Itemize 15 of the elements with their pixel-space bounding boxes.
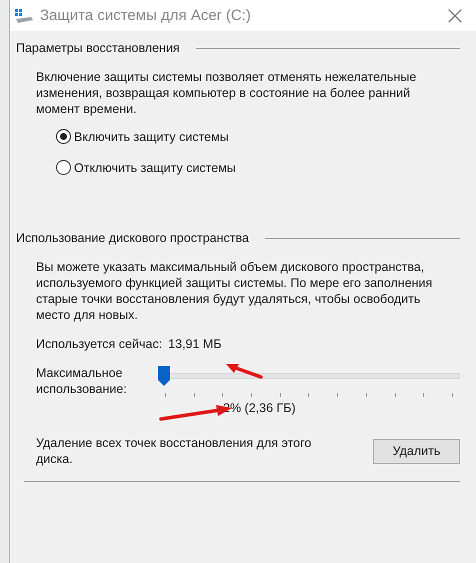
section-heading: Использование дискового пространства <box>16 231 249 245</box>
description-text: Включение защиты системы позволяет отменять нежелательные изменения, возвращая компьютер в состояние на более ранний момент времени. <box>36 69 418 117</box>
radio-label: Отключить защиту системы <box>74 160 236 174</box>
radio-label: Включить защиту системы <box>74 130 229 144</box>
description-text: Вы можете указать максимальный объем дискового пространства, используемого функцией защиты системы. По мере его заполнения старые точки восстановления будут удаляться, чтобы освободить место для новых. <box>36 259 434 323</box>
close-button[interactable]: × <box>433 0 476 31</box>
window-title: Защита системы для Acer (C:) <box>40 7 251 24</box>
delete-button[interactable]: Удалить <box>373 438 460 464</box>
radio-option[interactable]: Отключить защиту системы <box>56 160 460 175</box>
section-heading: Параметры восстановления <box>16 41 180 55</box>
radio-option[interactable]: Включить защиту системы <box>56 129 460 144</box>
delete-description: Удаление всех точек восстановления для этого диска. <box>36 435 312 467</box>
current-usage-label: Используется сейчас: <box>36 337 162 351</box>
max-usage-label: Максимальное использование: <box>36 365 128 398</box>
current-usage-value: 13,91 МБ <box>168 337 222 351</box>
